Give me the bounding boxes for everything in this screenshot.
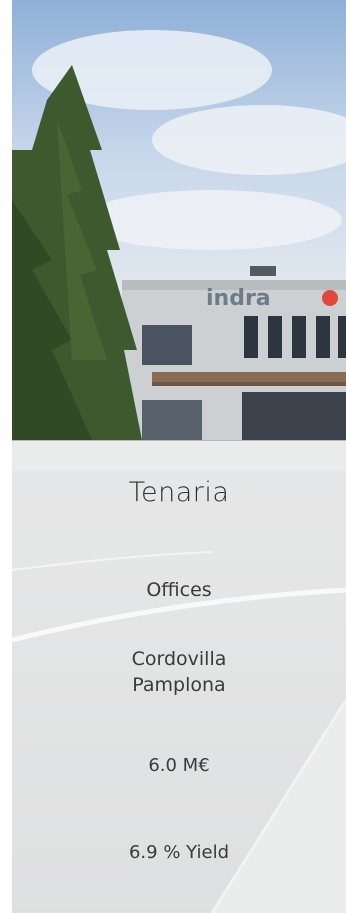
office-building: indra [122, 266, 346, 440]
property-type: Offices [146, 579, 212, 601]
property-card[interactable]: indra Tenaria Offices Cordovilla Pamplon… [0, 0, 346, 913]
location-line1: Cordovilla [131, 648, 227, 670]
property-location: Cordovilla Pamplona [12, 646, 346, 698]
property-yield: 6.9 % Yield [128, 842, 230, 863]
property-name[interactable]: Tenaria [12, 477, 346, 508]
building-signage: indra [206, 286, 271, 311]
location-line2: Pamplona [132, 674, 226, 696]
property-details: Tenaria Offices Cordovilla Pamplona 6.0 … [12, 441, 346, 913]
property-price: 6.0 M€ [148, 755, 210, 776]
